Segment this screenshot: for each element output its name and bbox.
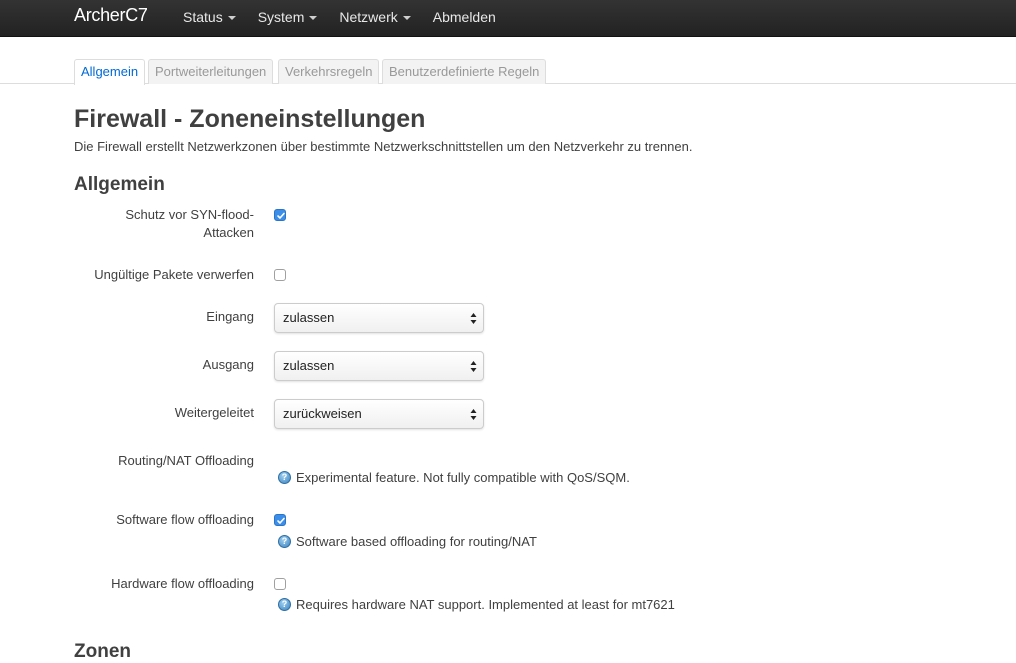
menu-logout-label: Abmelden <box>432 9 496 25</box>
hardware-offload-hint: ? Requires hardware NAT support. Impleme… <box>278 597 675 612</box>
chevron-down-icon <box>402 16 411 20</box>
forward-policy-label: Weitergeleitet <box>174 405 254 420</box>
brand-logo[interactable]: ArcherC7 <box>74 5 148 26</box>
forward-policy-select[interactable]: zurückweisen <box>274 399 484 429</box>
routing-offload-label: Routing/NAT Offloading <box>118 453 254 468</box>
syn-flood-label-line2: Attacken <box>203 225 254 240</box>
menu-netzwerk-label: Netzwerk <box>339 9 398 25</box>
main-menu: Status System Netzwerk Abmelden <box>183 9 518 25</box>
invalid-packets-checkbox[interactable] <box>274 269 286 281</box>
input-policy-label: Eingang <box>206 309 254 324</box>
page-description: Die Firewall erstellt Netzwerkzonen über… <box>74 139 693 154</box>
section-heading-general: Allgemein <box>74 174 165 195</box>
menu-system-label: System <box>257 9 305 25</box>
menu-status-label: Status <box>183 9 223 25</box>
tab-port-forwards[interactable]: Portweiterleitungen <box>148 59 274 84</box>
select-arrows-icon <box>470 361 477 372</box>
software-offload-hint: ? Software based offloading for routing/… <box>278 534 537 549</box>
routing-offload-hint-text: Experimental feature. Not fully compatib… <box>296 470 630 485</box>
menu-logout[interactable]: Abmelden <box>433 9 496 25</box>
section-heading-zones: Zonen <box>74 641 131 662</box>
tab-bar: Allgemein Portweiterleitungen Verkehrsre… <box>0 59 1016 85</box>
page-title: Firewall - Zoneneinstellungen <box>74 105 426 133</box>
software-offload-hint-text: Software based offloading for routing/NA… <box>296 534 537 549</box>
routing-offload-hint: ? Experimental feature. Not fully compat… <box>278 470 630 485</box>
output-policy-select[interactable]: zulassen <box>274 351 484 381</box>
forward-policy-value: zurückweisen <box>283 406 362 421</box>
output-policy-value: zulassen <box>283 358 335 373</box>
checkmark-icon <box>277 517 285 524</box>
hardware-offload-hint-text: Requires hardware NAT support. Implement… <box>296 597 675 612</box>
output-policy-label: Ausgang <box>202 357 254 372</box>
menu-system[interactable]: System <box>258 9 318 25</box>
input-policy-select[interactable]: zulassen <box>274 303 484 333</box>
help-icon: ? <box>278 471 291 484</box>
select-arrows-icon <box>470 409 477 420</box>
input-policy-value: zulassen <box>283 310 335 325</box>
syn-flood-checkbox[interactable] <box>274 209 286 221</box>
menu-netzwerk[interactable]: Netzwerk <box>339 9 411 25</box>
tab-traffic-rules[interactable]: Verkehrsregeln <box>278 59 380 84</box>
chevron-down-icon <box>227 16 236 20</box>
chevron-down-icon <box>309 16 318 20</box>
top-navbar: ArcherC7 Status System Netzwerk Abmelden <box>0 0 1016 37</box>
syn-flood-label-line1: Schutz vor SYN-flood- <box>125 207 254 222</box>
help-icon: ? <box>278 598 291 611</box>
tab-custom-rules[interactable]: Benutzerdefinierte Regeln <box>382 59 547 84</box>
menu-status[interactable]: Status <box>183 9 236 25</box>
software-offload-label: Software flow offloading <box>116 512 254 527</box>
hardware-offload-checkbox[interactable] <box>274 578 286 590</box>
invalid-packets-label: Ungültige Pakete verwerfen <box>94 267 254 282</box>
syn-flood-label: Schutz vor SYN-flood- Attacken <box>125 206 254 242</box>
help-icon: ? <box>278 535 291 548</box>
hardware-offload-label: Hardware flow offloading <box>111 576 254 591</box>
tab-general[interactable]: Allgemein <box>74 59 146 85</box>
select-arrows-icon <box>470 313 477 324</box>
software-offload-checkbox[interactable] <box>274 514 286 526</box>
checkmark-icon <box>277 212 285 219</box>
